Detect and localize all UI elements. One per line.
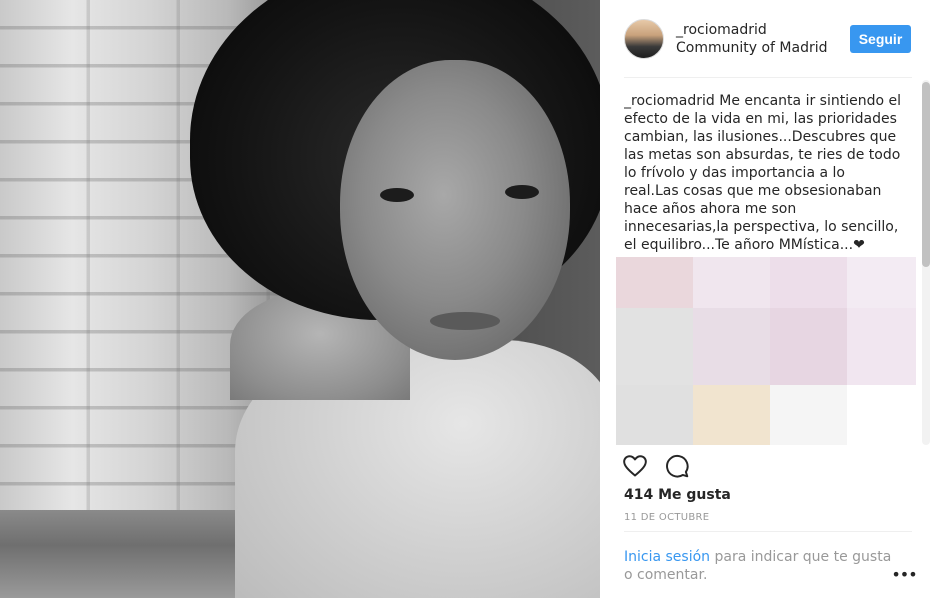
follow-button[interactable]: Seguir: [850, 25, 911, 53]
avatar[interactable]: [624, 19, 664, 59]
right-eye-shape: [505, 185, 539, 199]
post-location[interactable]: Community of Madrid: [676, 40, 828, 56]
login-link[interactable]: Inicia sesión: [624, 549, 710, 565]
scrollbar-thumb[interactable]: [922, 82, 930, 267]
caption-text: Me encanta ir sintiendo el efecto de la …: [624, 93, 901, 253]
mosaic-tile: [616, 308, 693, 385]
mosaic-tile: [770, 257, 847, 308]
post-header: _rociomadrid Community of Madrid Seguir: [600, 0, 934, 76]
caption-author[interactable]: _rociomadrid: [624, 93, 715, 109]
left-eye-shape: [380, 188, 414, 202]
blurred-media-placeholder: [616, 257, 916, 445]
speech-bubble-icon[interactable]: [664, 453, 692, 481]
mosaic-tile: [616, 385, 693, 445]
post-side-panel: _rociomadrid Community of Madrid Seguir …: [600, 0, 934, 598]
mosaic-tile: [616, 257, 693, 308]
author-username[interactable]: _rociomadrid: [676, 22, 767, 38]
likes-count[interactable]: 414 Me gusta: [624, 487, 731, 503]
heart-icon-svg: [623, 455, 647, 477]
mosaic-tile: [847, 385, 916, 445]
login-prompt: Inicia sesión para indicar que te gusta …: [624, 548, 894, 584]
mouth-shape: [430, 312, 500, 330]
header-divider: [624, 77, 912, 78]
heart-icon[interactable]: [622, 453, 650, 481]
footer-divider: [624, 531, 912, 532]
floor-background: [0, 510, 260, 598]
post-date[interactable]: 11 DE OCTUBRE: [624, 512, 709, 523]
mosaic-tile: [693, 385, 770, 445]
mosaic-tile: [693, 257, 770, 308]
comments-scrollbar[interactable]: [920, 80, 932, 445]
mosaic-tile: [693, 308, 770, 385]
speech-bubble-icon-svg: [666, 455, 689, 478]
mosaic-tile: [847, 257, 916, 308]
mosaic-tile: [847, 308, 916, 385]
post-photo: [0, 0, 600, 598]
mosaic-tile: [770, 308, 847, 385]
caption: _rociomadrid Me encanta ir sintiendo el …: [624, 92, 902, 254]
mosaic-tile: [770, 385, 847, 445]
ellipsis-icon[interactable]: •••: [891, 565, 917, 584]
post-actions: [622, 453, 742, 481]
